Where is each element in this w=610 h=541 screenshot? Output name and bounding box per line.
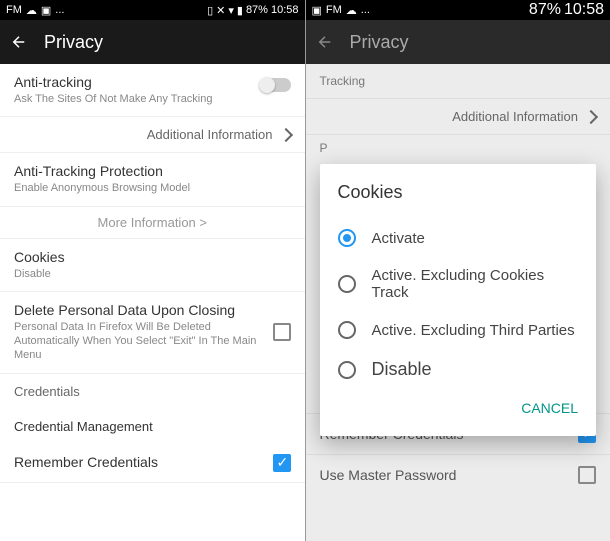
screen-privacy-settings: FM ☁ ▣ ... ▯ ✕ ▾ ▮ 87% 10:58 Privacy Ant…: [0, 0, 306, 541]
picture-icon: ▣: [41, 4, 51, 17]
more-info-label: More Information >: [98, 215, 207, 230]
cookies-title: Cookies: [14, 249, 291, 265]
cloud-icon: ☁: [26, 4, 37, 17]
additional-info-link: Additional Information: [306, 99, 610, 135]
titlebar: Privacy: [0, 20, 305, 64]
time-label: 10:58: [271, 4, 299, 16]
cloud-icon: ☁: [346, 4, 357, 17]
signal-icon: ▮: [237, 4, 243, 17]
credential-management-row[interactable]: Credential Management: [0, 409, 305, 444]
battery-label: 87%: [246, 4, 268, 16]
additional-info-label: Additional Information: [147, 127, 273, 142]
battery-label: 87%: [529, 1, 561, 19]
more-icon: ...: [361, 4, 370, 16]
remember-label: Remember Credentials: [14, 454, 158, 470]
wifi-icon: ▾: [228, 4, 234, 17]
radio-icon[interactable]: [338, 229, 356, 247]
anti-tracking-toggle[interactable]: [259, 78, 291, 92]
delete-data-checkbox[interactable]: [273, 323, 291, 341]
dialog-option-disable[interactable]: Disable: [338, 349, 579, 390]
cookies-row[interactable]: Cookies Disable: [0, 239, 305, 292]
mute-icon: ✕: [216, 4, 225, 17]
master-password-checkbox: [578, 466, 596, 484]
option-label: Active. Excluding Third Parties: [372, 322, 575, 339]
protection-title: Anti-Tracking Protection: [14, 163, 291, 179]
time-label: 10:58: [564, 1, 604, 19]
chevron-right-icon: [584, 109, 598, 123]
page-title: Privacy: [350, 32, 409, 53]
fm-label: FM: [326, 4, 342, 16]
additional-info-label: Additional Information: [452, 109, 578, 124]
settings-list-dimmed: Tracking Additional Information P E Cred…: [306, 64, 610, 541]
cookies-dialog: Cookies Activate Active. Excluding Cooki…: [320, 164, 597, 436]
radio-icon[interactable]: [338, 321, 356, 339]
page-title: Privacy: [44, 32, 103, 53]
anti-tracking-title: Anti-tracking: [14, 74, 291, 90]
titlebar: Privacy: [306, 20, 610, 64]
anti-tracking-row[interactable]: Anti-tracking Ask The Sites Of Not Make …: [0, 64, 305, 117]
remember-credentials-row[interactable]: Remember Credentials: [0, 444, 305, 483]
settings-list: Anti-tracking Ask The Sites Of Not Make …: [0, 64, 305, 541]
vibrate-icon: ▯: [207, 4, 213, 17]
use-master-password-row: Use Master Password: [306, 454, 610, 495]
delete-data-row[interactable]: Delete Personal Data Upon Closing Person…: [0, 292, 305, 374]
dialog-option-excl-thirdparty[interactable]: Active. Excluding Third Parties: [338, 311, 579, 349]
tracking-stub: Tracking: [320, 74, 597, 88]
credentials-header: Credentials: [0, 374, 305, 409]
option-label: Active. Excluding Cookies Track: [372, 267, 579, 301]
master-password-label: Use Master Password: [320, 467, 457, 483]
delete-data-title: Delete Personal Data Upon Closing: [14, 302, 291, 318]
anti-tracking-protection-row[interactable]: Anti-Tracking Protection Enable Anonymou…: [0, 153, 305, 206]
radio-icon[interactable]: [338, 275, 356, 293]
back-arrow-icon[interactable]: [10, 33, 28, 51]
status-bar: ▣ FM ☁ ... 87% 10:58: [306, 0, 610, 20]
option-label: Activate: [372, 230, 425, 247]
screen-cookies-dialog: ▣ FM ☁ ... 87% 10:58 Privacy Tracking Ad…: [306, 0, 610, 541]
additional-info-link[interactable]: Additional Information: [0, 117, 305, 153]
protection-sub: Enable Anonymous Browsing Model: [14, 179, 291, 195]
back-arrow-icon[interactable]: [316, 33, 334, 51]
dialog-option-excl-cookies[interactable]: Active. Excluding Cookies Track: [338, 257, 579, 311]
dialog-option-activate[interactable]: Activate: [338, 219, 579, 257]
more-info-link[interactable]: More Information >: [0, 207, 305, 239]
option-label: Disable: [372, 359, 432, 380]
picture-icon: ▣: [312, 4, 322, 17]
delete-data-sub: Personal Data In Firefox Will Be Deleted…: [14, 318, 291, 363]
tracking-stub-row: Tracking: [306, 64, 610, 99]
stub-p: P: [306, 135, 610, 161]
chevron-right-icon: [278, 128, 292, 142]
dialog-title: Cookies: [338, 182, 579, 203]
cancel-button[interactable]: CANCEL: [521, 400, 578, 416]
remember-checkbox[interactable]: [273, 454, 291, 472]
cookies-value: Disable: [14, 265, 291, 281]
status-bar: FM ☁ ▣ ... ▯ ✕ ▾ ▮ 87% 10:58: [0, 0, 305, 20]
radio-icon[interactable]: [338, 361, 356, 379]
anti-tracking-sub: Ask The Sites Of Not Make Any Tracking: [14, 90, 291, 106]
fm-label: FM: [6, 4, 22, 16]
more-icon: ...: [55, 4, 64, 16]
